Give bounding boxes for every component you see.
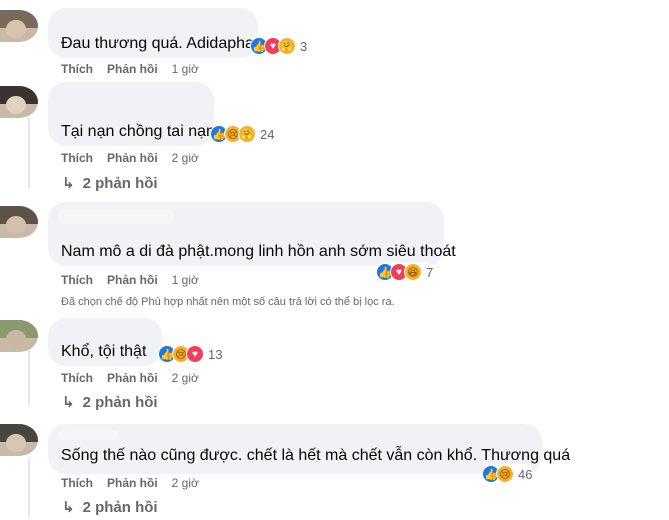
reaction-count: 46 [518,466,533,482]
avatar[interactable] [0,10,38,42]
reaction-count: 13 [208,346,223,362]
view-replies-link[interactable]: ↳ 2 phản hồi [62,498,158,517]
like-button[interactable]: Thích [61,151,93,165]
like-button[interactable]: Thích [61,273,93,287]
comment-text: Khổ, tội thật [61,343,147,360]
avatar[interactable] [0,424,38,456]
care-icon: 🤗 [278,37,296,55]
view-replies-link[interactable]: ↳ 2 phản hồi [62,174,158,193]
reaction-summary[interactable]: 👍 😢 ♥ 13 [158,344,225,364]
replies-label: 2 phản hồi [82,393,158,411]
reaction-summary[interactable]: 👍 ♥ 🤗 3 [250,36,310,56]
comment-actions: Thích Phản hồi 2 giờ [61,151,199,165]
timestamp[interactable]: 2 giờ [172,476,199,490]
reply-button[interactable]: Phản hồi [107,476,158,490]
avatar[interactable] [0,320,38,352]
comment-actions: Thích Phản hồi 1 giờ [61,273,199,287]
care-icon: 🤗 [238,125,256,143]
reply-button[interactable]: Phản hồi [107,62,158,76]
comment-text: Đau thương quá. Adidaphat [61,35,259,52]
comment-actions: Thích Phản hồi 2 giờ [61,371,199,385]
haha-icon: 😆 [404,263,422,281]
replies-label: 2 phản hồi [82,498,158,516]
timestamp[interactable]: 2 giờ [172,371,199,385]
replies-label: 2 phản hồi [82,174,158,192]
reply-button[interactable]: Phản hồi [107,273,158,287]
filter-notice: Đã chọn chế độ Phù hợp nhất nên một số c… [61,296,395,308]
thread-line [28,458,30,518]
avatar[interactable] [0,86,38,118]
sad-icon: 😢 [496,465,514,483]
reply-arrow-icon: ↳ [62,175,75,192]
reaction-summary[interactable]: 👍 😢 🤗 24 [210,124,277,144]
timestamp[interactable]: 2 giờ [172,151,199,165]
reaction-count: 7 [426,264,434,280]
author-name-redacted [58,430,118,440]
comment-actions: Thích Phản hồi 1 giờ [61,62,199,76]
reaction-summary[interactable]: 👍 ♥ 😆 7 [376,262,436,282]
timestamp[interactable]: 1 giờ [172,62,199,76]
view-replies-link[interactable]: ↳ 2 phản hồi [62,393,158,412]
like-button[interactable]: Thích [61,371,93,385]
timestamp[interactable]: 1 giờ [172,273,199,287]
comment-actions: Thích Phản hồi 2 giờ [61,476,199,490]
comment-text: Tại nạn chồng tai nạn [61,123,215,140]
comment-text: Nam mô a di đà phật.mong linh hồn anh sớ… [61,243,456,260]
reply-button[interactable]: Phản hồi [107,151,158,165]
thread-line [28,118,30,188]
love-icon: ♥ [186,345,204,363]
reply-arrow-icon: ↳ [62,499,75,516]
reaction-count: 3 [300,38,308,54]
reply-button[interactable]: Phản hồi [107,371,158,385]
reaction-count: 24 [260,126,275,142]
avatar[interactable] [0,206,38,238]
like-button[interactable]: Thích [61,62,93,76]
reaction-summary[interactable]: 👍 😢 46 [482,464,535,484]
reply-arrow-icon: ↳ [62,394,75,411]
comment-text: Sống thế nào cũng được. chết là hết mà c… [61,447,571,464]
author-name-redacted [58,210,174,224]
like-button[interactable]: Thích [61,476,93,490]
